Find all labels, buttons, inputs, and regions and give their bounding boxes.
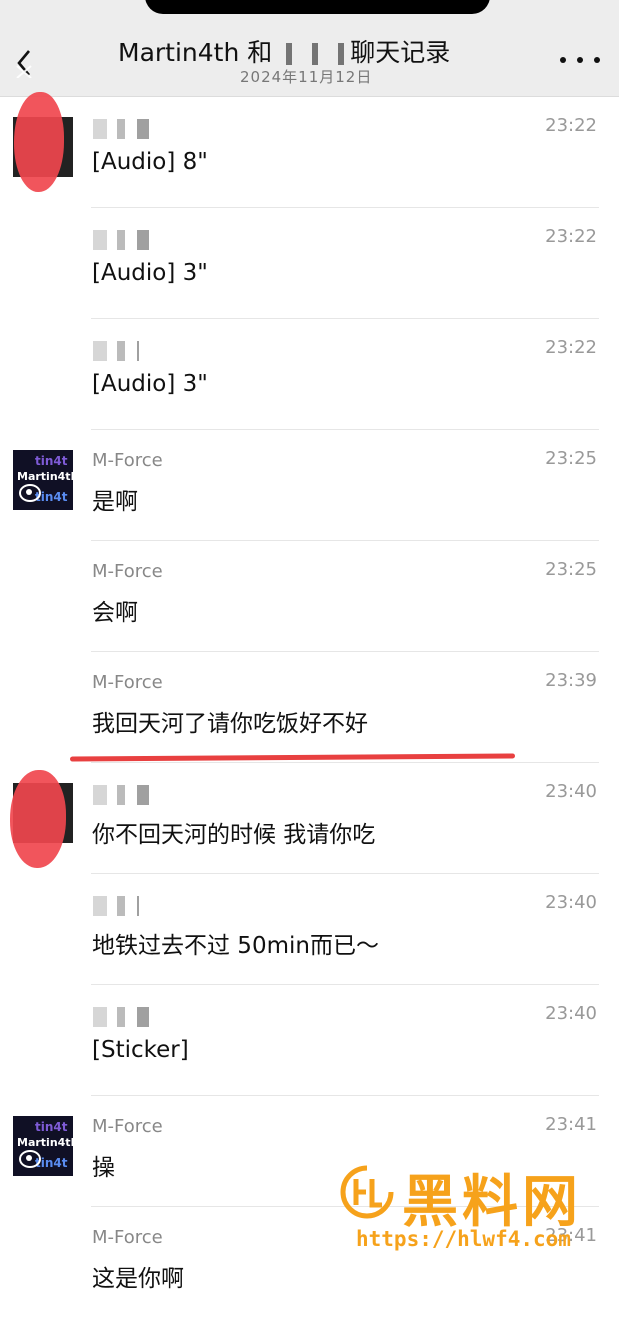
message-time: 23:40 bbox=[545, 781, 597, 802]
message-text: [Audio] 8" bbox=[92, 149, 208, 175]
list-item[interactable]: M-Force 23:25 会啊 bbox=[0, 541, 619, 652]
message-text: [Audio] 3" bbox=[92, 371, 208, 397]
list-item[interactable]: tin4t Martin4th tin4t M-Force 23:25 是啊 bbox=[0, 430, 619, 541]
avatar[interactable]: tin4t Martin4th tin4t bbox=[13, 1116, 73, 1176]
message-text: 我回天河了请你吃饭好不好 bbox=[92, 711, 368, 737]
list-item[interactable]: M-Force 23:39 我回天河了请你吃饭好不好 bbox=[0, 652, 619, 763]
redacted-sender bbox=[93, 341, 139, 361]
message-text: 这是你啊 bbox=[92, 1266, 184, 1292]
message-time: 23:39 bbox=[545, 670, 597, 691]
redaction-scribble bbox=[10, 770, 66, 868]
eye-icon bbox=[19, 484, 41, 502]
watermark-logo-icon bbox=[340, 1165, 394, 1219]
sender-name: M-Force bbox=[92, 1227, 163, 1248]
list-item[interactable]: 23:40 [Sticker] bbox=[0, 985, 619, 1096]
message-time: 23:22 bbox=[545, 226, 597, 247]
redacted-sender bbox=[93, 896, 139, 916]
eye-icon bbox=[19, 1150, 41, 1168]
avatar-pattern: tin4t bbox=[35, 454, 68, 468]
message-text: [Audio] 3" bbox=[92, 260, 208, 286]
message-time: 23:40 bbox=[545, 892, 597, 913]
back-chevron-icon bbox=[16, 50, 32, 78]
message-text: 会啊 bbox=[92, 600, 138, 626]
back-button[interactable] bbox=[8, 46, 42, 80]
redacted-sender bbox=[93, 119, 153, 139]
list-item[interactable]: 23:22 [Audio] 3" bbox=[0, 208, 619, 319]
more-options-button[interactable] bbox=[560, 50, 600, 70]
message-time: 23:41 bbox=[545, 1114, 597, 1135]
message-text: [Sticker] bbox=[92, 1037, 189, 1063]
chat-header: Martin4th 和 聊天记录 2024年11月12日 bbox=[0, 0, 619, 97]
sender-name: M-Force bbox=[92, 561, 163, 582]
sender-name: M-Force bbox=[92, 672, 163, 693]
list-item[interactable]: 23:40 地铁过去不过 50min而已～ bbox=[0, 874, 619, 985]
message-text: 操 bbox=[92, 1155, 115, 1181]
message-time: 23:25 bbox=[545, 559, 597, 580]
title-suffix: 聊天记录 bbox=[350, 38, 451, 67]
avatar[interactable]: tin4t Martin4th tin4t bbox=[13, 450, 73, 510]
sender-name: M-Force bbox=[92, 450, 163, 471]
avatar-label: Martin4th bbox=[17, 470, 73, 483]
message-time: 23:22 bbox=[545, 115, 597, 136]
watermark: 黑料网 https://hlwf4.com bbox=[340, 1165, 610, 1265]
redacted-sender bbox=[93, 230, 153, 250]
message-time: 23:40 bbox=[545, 1003, 597, 1024]
message-text: 是啊 bbox=[92, 489, 138, 515]
redacted-name bbox=[276, 43, 347, 65]
list-item[interactable]: 23:22 [Audio] 3" bbox=[0, 319, 619, 430]
redacted-sender bbox=[93, 1007, 153, 1027]
watermark-url: https://hlwf4.com bbox=[356, 1227, 571, 1251]
list-item[interactable]: 23:22 [Audio] 8" bbox=[0, 97, 619, 208]
message-text: 地铁过去不过 50min而已～ bbox=[92, 933, 379, 959]
message-time: 23:25 bbox=[545, 448, 597, 469]
list-item[interactable]: 23:40 你不回天河的时候 我请你吃 bbox=[0, 763, 619, 874]
avatar-pattern: tin4t bbox=[35, 1120, 68, 1134]
sender-name: M-Force bbox=[92, 1116, 163, 1137]
redacted-sender bbox=[93, 785, 153, 805]
message-time: 23:22 bbox=[545, 337, 597, 358]
phone-notch bbox=[145, 0, 490, 14]
avatar-label: Martin4th bbox=[17, 1136, 73, 1149]
watermark-text: 黑料网 bbox=[402, 1170, 582, 1235]
redaction-scribble bbox=[14, 92, 64, 192]
message-text: 你不回天河的时候 我请你吃 bbox=[92, 822, 376, 848]
title-prefix: Martin4th 和 bbox=[118, 38, 273, 67]
dot-icon bbox=[594, 57, 600, 63]
chat-date: 2024年11月12日 bbox=[240, 68, 373, 86]
message-list: 23:22 [Audio] 8" 23:22 [Audio] 3" 23:22 … bbox=[0, 97, 619, 1318]
page-title: Martin4th 和 聊天记录 bbox=[118, 33, 450, 69]
dot-icon bbox=[560, 57, 566, 63]
dot-icon bbox=[577, 57, 583, 63]
